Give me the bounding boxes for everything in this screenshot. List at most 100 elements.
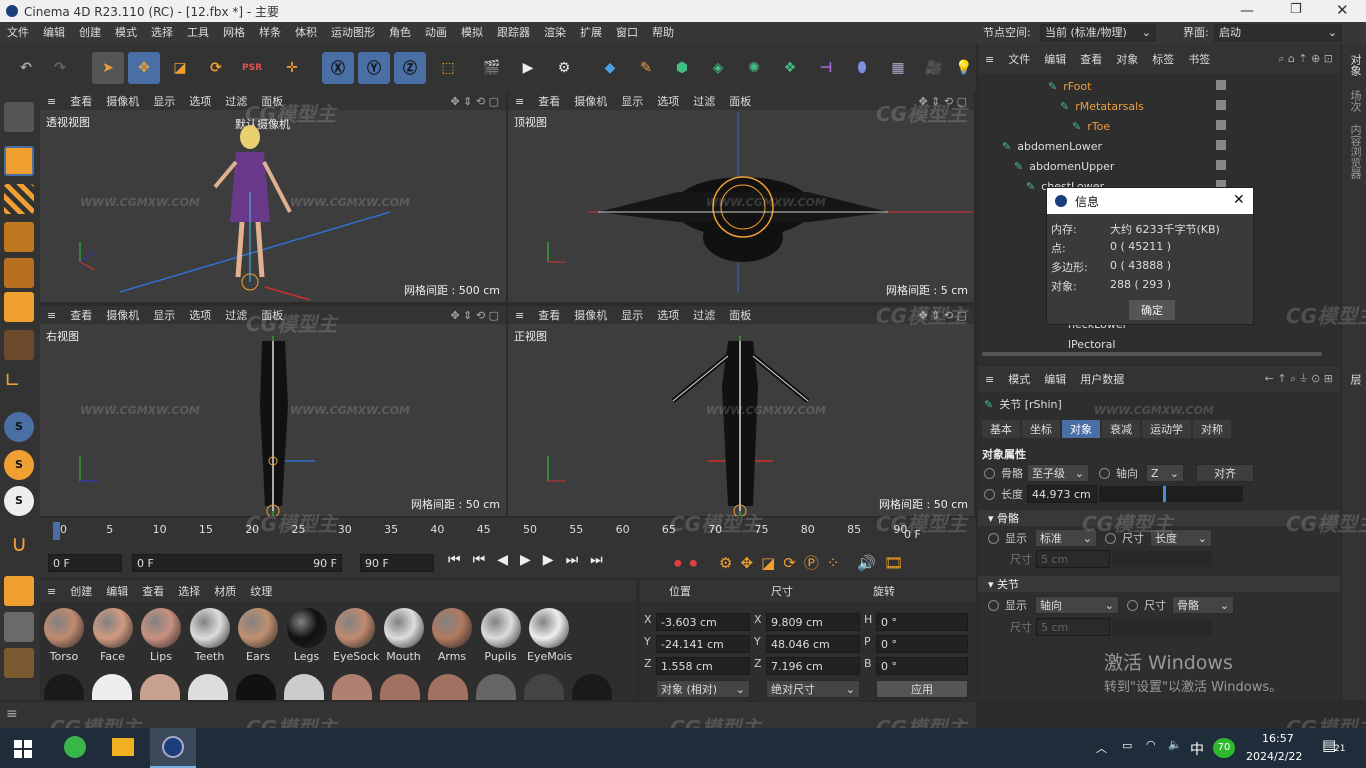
attribute-tab[interactable]: 对象 [1062,420,1100,438]
interface-select[interactable]: 启动 ⌄ [1214,24,1342,42]
tree-item[interactable]: ✎ abdomenUpper [1014,156,1114,176]
attribute-menu-icon[interactable]: ≡ [978,373,1001,386]
viewport-right[interactable]: ≡ 查看 摄像机 显示 选项 过滤 面板 ✥ ⇕ ⟲ ▢ 右视图 网格间距 : 50 cm [40,306,506,516]
menu-item[interactable]: 模式 [108,22,144,44]
joint-group-header[interactable]: ▾ 关节 [978,576,1340,592]
attribute-menu-item[interactable]: 模式 [1001,371,1037,387]
next-key-icon[interactable]: ⏭ [566,552,579,568]
position-field[interactable]: -24.141 cm [656,635,750,653]
object-menu-item[interactable]: 标签 [1145,51,1181,67]
menu-item[interactable]: 角色 [382,22,418,44]
locked-workplane-icon[interactable] [4,612,34,642]
menu-item[interactable]: 渲染 [537,22,573,44]
tree-item[interactable]: ✎ rFoot [1048,76,1091,96]
axis-radio[interactable] [1099,467,1110,479]
visibility-toggle[interactable] [1216,100,1226,110]
object-scrollbar[interactable] [982,352,1322,356]
tree-item[interactable]: ✎ abdomenLower [1002,136,1102,156]
network-icon[interactable]: ▭ [1122,739,1132,752]
side-tab-takes[interactable]: 场次 [1347,90,1363,112]
material-swatch[interactable]: Teeth [188,608,232,663]
material-swatch[interactable]: Pupils [479,608,523,663]
menu-item[interactable]: 体积 [288,22,324,44]
bone-size-select[interactable]: 长度 ⌄ [1150,529,1212,547]
material-ball[interactable] [92,674,132,700]
viewport-top[interactable]: ≡ 查看 摄像机 显示 选项 过滤 面板 ✥ ⇕ ⟲ ▢ 顶视图 网格间距 : 5 cm [508,92,974,302]
material-ball[interactable] [188,674,228,700]
menu-item[interactable]: 窗口 [609,22,645,44]
bone-size-radio[interactable] [1105,532,1116,544]
material-menu-item[interactable]: 编辑 [99,583,135,599]
go-to-end-icon[interactable]: ⏭ [590,552,603,568]
bone-display-radio[interactable] [988,532,999,544]
mograph-icon[interactable]: ❖ [774,52,806,84]
security-badge[interactable]: 70 [1213,738,1235,758]
render-view-icon[interactable]: 🎬 [476,52,508,84]
field-icon[interactable]: ⬮ [846,52,878,84]
close-button[interactable]: ✕ [1336,1,1349,19]
node-space-select[interactable]: 当前 (标准/物理) ⌄ [1040,24,1156,42]
workplane-icon[interactable] [4,576,34,606]
menu-item[interactable]: 运动图形 [324,22,382,44]
attribute-tab[interactable]: 坐标 [1022,420,1060,438]
frame-range-slider[interactable]: 0 F 90 F [132,554,342,572]
ok-button[interactable]: 确定 [1129,300,1175,320]
select-tool-icon[interactable]: ➤ [92,52,124,84]
texture-mode-icon[interactable] [4,184,34,214]
joint-display-radio[interactable] [988,599,999,611]
material-ball[interactable] [476,674,516,700]
rotation-field[interactable]: 0 ° [876,613,968,631]
coordinate-system-icon[interactable]: ⬚ [432,52,464,84]
move-tool-icon[interactable]: ✥ [128,52,160,84]
key-position-icon[interactable]: ✥ [740,554,753,572]
model-mode-icon[interactable] [4,146,34,176]
scale-tool-icon[interactable]: ◪ [164,52,196,84]
film-icon[interactable]: 🎞 [884,554,903,572]
rotate-tool-icon[interactable]: ⟳ [200,52,232,84]
attribute-menu-item[interactable]: 编辑 [1037,371,1073,387]
viewport-front[interactable]: ≡ 查看 摄像机 显示 选项 过滤 面板 ✥ ⇕ ⟲ ▢ 正视图 网格间距 : 50 cm [508,306,974,516]
pen-icon[interactable]: ✎ [630,52,662,84]
axis-tool-icon[interactable]: ✛ [276,52,308,84]
joint-size-radio[interactable] [1127,599,1138,611]
go-to-start-icon[interactable]: ⏮ [448,552,461,568]
visibility-toggle[interactable] [1216,120,1226,130]
magnet-icon[interactable]: ∪ [4,532,34,562]
previous-frame-icon[interactable]: ◀ [497,552,508,568]
coord-mode-select[interactable]: 对象 (相对) ⌄ [656,680,750,698]
size-field[interactable]: 7.196 cm [766,657,860,675]
attribute-menu-item[interactable]: 用户数据 [1073,371,1131,387]
menu-item[interactable]: 选择 [144,22,180,44]
attribute-tab[interactable]: 对称 [1193,420,1231,438]
max-frame-field[interactable]: 90 F [360,554,434,572]
position-field[interactable]: -3.603 cm [656,613,750,631]
object-menu-item[interactable]: 文件 [1001,51,1037,67]
clock-date[interactable]: 2024/2/22 [1246,750,1302,763]
material-ball[interactable] [332,674,372,700]
current-frame-field[interactable]: 0 F [48,554,122,572]
z-axis-lock-icon[interactable]: Ⓩ [394,52,426,84]
material-menu-item[interactable]: 材质 [207,583,243,599]
attribute-tab[interactable]: 基本 [982,420,1020,438]
ime-indicator[interactable]: 中 [1190,739,1204,759]
tree-item[interactable]: lPectoral [1068,334,1115,354]
make-editable-icon[interactable] [4,102,34,132]
bone-display-select[interactable]: 标准 ⌄ [1035,529,1097,547]
material-menu-item[interactable]: 选择 [171,583,207,599]
psr-icon[interactable]: PSR [236,52,268,84]
key-pla-icon[interactable]: ⁘ [827,554,840,572]
snap-mode-icon[interactable]: S [4,486,34,516]
align-button[interactable]: 对齐 [1196,464,1254,482]
menu-item[interactable]: 创建 [72,22,108,44]
size-field[interactable]: 9.809 cm [766,613,860,631]
object-menu-item[interactable]: 对象 [1109,51,1145,67]
grid-icon[interactable] [4,648,34,678]
deformer-icon[interactable]: ⊣ [810,52,842,84]
material-menu-item[interactable]: 纹理 [243,583,279,599]
axis-select[interactable]: Z ⌄ [1146,464,1184,482]
key-rotation-icon[interactable]: ⟳ [783,554,796,572]
viewport-perspective[interactable]: ≡ 查看 摄像机 显示 选项 过滤 面板 ✥ ⇕ ⟲ ▢ 透视视图 默认摄像机 网格间距 : … [40,92,506,302]
key-scale-icon[interactable]: ◪ [761,554,775,572]
menu-item[interactable]: 编辑 [36,22,72,44]
material-ball[interactable] [428,674,468,700]
